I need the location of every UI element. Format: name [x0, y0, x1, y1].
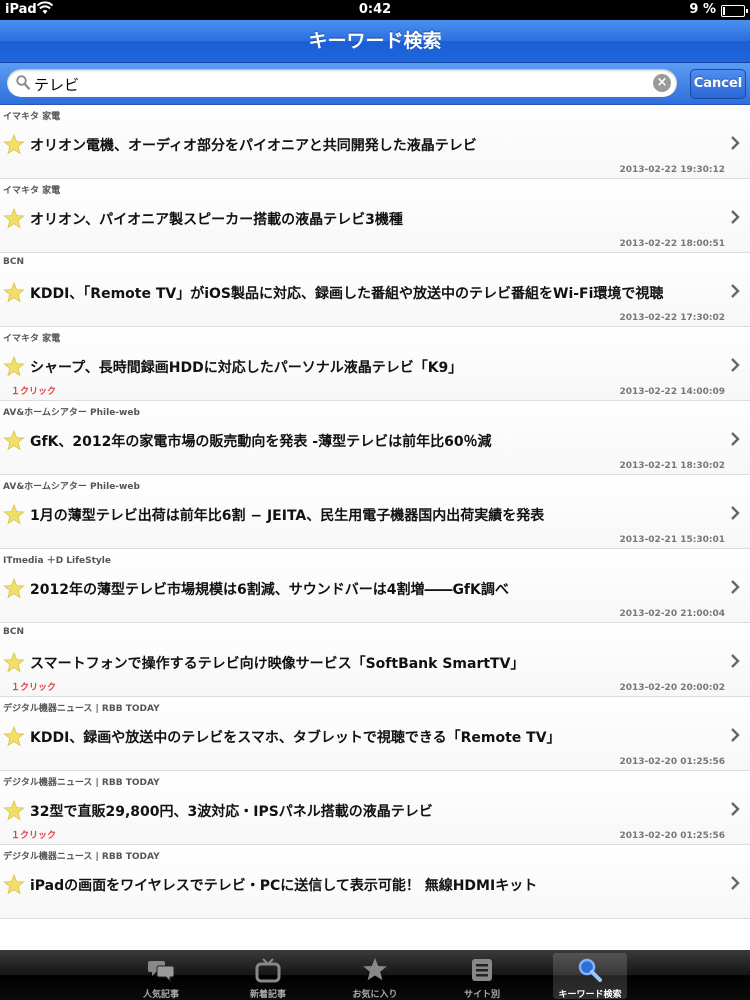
article-source: イマキタ 家電 [3, 334, 61, 344]
star-icon[interactable] [3, 873, 25, 899]
speech-bubbles-icon [148, 957, 175, 987]
cancel-button[interactable]: Cancel [690, 69, 746, 99]
tab-tv[interactable]: 新着記事 [231, 953, 305, 1000]
star-icon[interactable] [3, 651, 25, 677]
chevron-right-icon [730, 209, 740, 228]
article-list[interactable]: イマキタ 家電 オリオン電機、オーディオ部分をパイオニアと共同開発した液晶テレビ 2… [0, 105, 750, 950]
chevron-right-icon [730, 653, 740, 672]
star-icon[interactable] [3, 503, 25, 529]
table-row[interactable]: イマキタ 家電オリオン、パイオニア製スピーカー搭載の液晶テレビ3機種 2013-0… [0, 179, 750, 253]
chevron-right-icon [730, 579, 740, 598]
tv-icon [255, 957, 281, 987]
tab-label: サイト別 [463, 990, 500, 1000]
article-date: 2013-02-22 17:30:02 [619, 313, 725, 323]
article-headline: オリオン電機、オーディオ部分をパイオニアと共同開発した液晶テレビ [30, 138, 477, 154]
chevron-right-icon [730, 875, 740, 894]
tab-speech-bubbles[interactable]: 人気記事 [124, 953, 198, 1000]
article-source: AV&ホームシアター Phile-web [3, 482, 140, 492]
click-count: １クリック [11, 387, 57, 397]
chevron-right-icon [730, 135, 740, 154]
article-date: 2013-02-20 01:25:56 [619, 757, 725, 767]
table-row[interactable]: BCN スマートフォンで操作するテレビ向け映像サービス「SoftBank Smar… [0, 623, 750, 697]
table-row[interactable]: AV&ホームシアター Phile-web 1月の薄型テレビ出荷は前年比6割 − J… [0, 475, 750, 549]
list-icon [469, 957, 495, 987]
chevron-right-icon [730, 431, 740, 450]
star-icon[interactable] [3, 207, 25, 233]
article-date: 2013-02-22 14:00:09 [619, 387, 725, 397]
tab-label: 新着記事 [249, 990, 286, 1000]
click-count: １クリック [11, 683, 57, 693]
star-icon[interactable] [3, 577, 25, 603]
tab-list[interactable]: サイト別 [445, 953, 519, 1000]
article-headline: 2012年の薄型テレビ市場規模は6割減、サウンドバーは4割増――GfK調べ [30, 582, 509, 598]
article-source: デジタル機器ニュース | RBB TODAY [3, 778, 160, 788]
star-icon[interactable] [3, 133, 25, 159]
article-headline: iPadの画面をワイヤレスでテレビ・PCに送信して表示可能！ 無線HDMIキット [30, 878, 538, 894]
tab-label: 人気記事 [142, 990, 179, 1000]
star-icon[interactable] [3, 281, 25, 307]
article-source: イマキタ 家電 [3, 112, 61, 122]
article-date: 2013-02-20 20:00:02 [619, 683, 725, 693]
tab-label: キーワード検索 [558, 990, 622, 1000]
chevron-right-icon [730, 357, 740, 376]
article-headline: 32型で直販29,800円、3波対応・IPSパネル搭載の液晶テレビ [30, 804, 433, 820]
article-date: 2013-02-21 15:30:01 [619, 535, 725, 545]
battery-icon [721, 5, 748, 17]
article-headline: スマートフォンで操作するテレビ向け映像サービス「SoftBank SmartTV… [30, 656, 525, 672]
chevron-right-icon [730, 283, 740, 302]
article-date: 2013-02-22 19:30:12 [619, 165, 725, 175]
table-row[interactable]: ITmedia ＋D LifeStyle 2012年の薄型テレビ市場規模は6割減、… [0, 549, 750, 623]
star-icon[interactable] [3, 429, 25, 455]
battery-percent: 9 % [689, 2, 716, 17]
article-headline: GfK、2012年の家電市場の販売動向を発表 -薄型テレビは前年比60％減 [30, 434, 492, 450]
article-source: イマキタ 家電 [3, 186, 61, 196]
table-row[interactable]: イマキタ 家電オリオン電機、オーディオ部分をパイオニアと共同開発した液晶テレビ 2… [0, 105, 750, 179]
article-headline: 1月の薄型テレビ出荷は前年比6割 − JEITA、民生用電子機器国内出荷実績を発… [30, 508, 545, 524]
tab-search[interactable]: キーワード検索 [553, 953, 627, 1000]
star-icon[interactable] [3, 355, 25, 381]
clock: 0:42 [358, 2, 392, 17]
star-icon[interactable] [3, 725, 25, 751]
chevron-right-icon [730, 505, 740, 524]
tab-label: お気に入り [352, 990, 398, 1000]
tab-bar: 人気記事 新着記事 お気に入り サイト別 キーワード検索 [0, 950, 750, 1000]
table-row[interactable]: BCN KDDI、「Remote TV」がiOS製品に対応、録画した番組や放送中の… [0, 253, 750, 327]
article-source: BCN [3, 257, 24, 267]
article-source: AV&ホームシアター Phile-web [3, 408, 140, 418]
table-row[interactable]: AV&ホームシアター Phile-web GfK、2012年の家電市場の販売動向を… [0, 401, 750, 475]
article-date: 2013-02-20 01:25:56 [619, 831, 725, 841]
tab-star[interactable]: お気に入り [338, 953, 412, 1000]
star-icon [362, 957, 388, 987]
search-icon [16, 75, 30, 94]
table-row[interactable]: イマキタ 家電シャープ、長時間録画HDDに対応したパーソナル液晶テレビ「K9」 １… [0, 327, 750, 401]
article-date: 2013-02-22 18:00:51 [619, 239, 725, 249]
article-date: 2013-02-21 18:30:02 [619, 461, 725, 471]
article-source: デジタル機器ニュース | RBB TODAY [3, 704, 160, 714]
chevron-right-icon [730, 801, 740, 820]
article-source: BCN [3, 627, 24, 637]
search-bar: テレビ × Cancel [0, 63, 750, 105]
star-icon[interactable] [3, 799, 25, 825]
article-source: ITmedia ＋D LifeStyle [3, 556, 111, 566]
article-headline: KDDI、録画や放送中のテレビをスマホ、タブレットで視聴できる「Remote T… [30, 730, 561, 746]
click-count: １クリック [11, 831, 57, 841]
article-source: デジタル機器ニュース | RBB TODAY [3, 852, 160, 862]
search-icon [577, 957, 603, 987]
article-headline: シャープ、長時間録画HDDに対応したパーソナル液晶テレビ「K9」 [30, 360, 463, 376]
table-row[interactable]: デジタル機器ニュース | RBB TODAY KDDI、録画や放送中のテレビをスマ… [0, 697, 750, 771]
search-input[interactable]: テレビ × [7, 69, 677, 97]
clear-icon[interactable]: × [653, 74, 671, 92]
status-bar: iPad 0:42 9 % [0, 0, 750, 20]
navigation-bar: キーワード検索 [0, 20, 750, 63]
article-date: 2013-02-20 21:00:04 [619, 609, 725, 619]
article-headline: オリオン、パイオニア製スピーカー搭載の液晶テレビ3機種 [30, 212, 403, 228]
search-query: テレビ [34, 76, 80, 94]
table-row[interactable]: デジタル機器ニュース | RBB TODAY iPadの画面をワイヤレスでテレビ・… [0, 845, 750, 919]
article-headline: KDDI、「Remote TV」がiOS製品に対応、録画した番組や放送中のテレビ… [30, 286, 664, 302]
chevron-right-icon [730, 727, 740, 746]
page-title: キーワード検索 [308, 30, 442, 52]
table-row[interactable]: デジタル機器ニュース | RBB TODAY 32型で直販29,800円、3波対応… [0, 771, 750, 845]
